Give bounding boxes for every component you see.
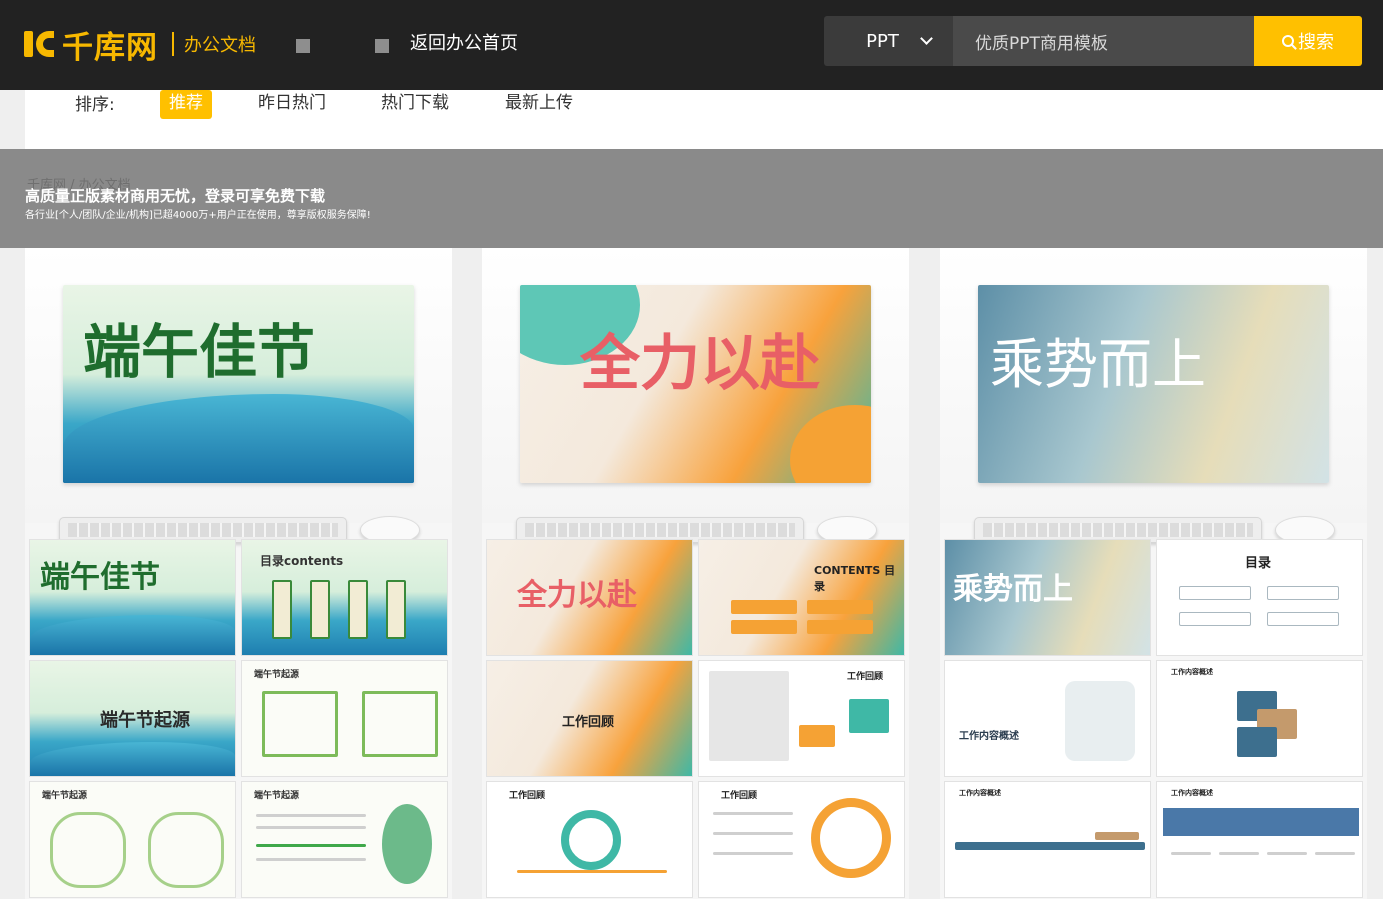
slide-thumbnail: 端午佳节 [29, 539, 236, 656]
search-icon [1282, 35, 1294, 47]
slide-thumbnail: 工作回顾 [486, 781, 693, 898]
sort-option-hot-download[interactable]: 热门下载 [381, 90, 449, 119]
sort-option-yesterday-hot[interactable]: 昨日热门 [258, 90, 326, 119]
search-input[interactable]: 优质PPT商用模板 [953, 16, 1254, 66]
sort-option-recommend[interactable]: 推荐 [160, 90, 212, 119]
cover-slide-image: 全力以赴 [520, 285, 871, 483]
sort-bar: 排序: 推荐 昨日热门 热门下载 最新上传 [25, 90, 1383, 149]
slide-thumbnail: 工作回顾 [486, 660, 693, 777]
logo-subtitle[interactable]: 办公文档 [184, 31, 256, 57]
slide-thumbnail: 目录 [1156, 539, 1363, 656]
slide-thumbnail: 工作回顾 [698, 660, 905, 777]
cover-title: 全力以赴 [580, 329, 820, 399]
search-bar: PPT 优质PPT商用模板 搜索 [824, 16, 1362, 66]
slide-thumbnail: 端午节起源 [29, 781, 236, 898]
slide-thumbnail: 乘势而上 [944, 539, 1151, 656]
slide-thumbnail: 端午节起源 [29, 660, 236, 777]
site-logo[interactable]: 千库网 办公文档 [24, 24, 256, 66]
slide-thumbnail: 工作回顾 [698, 781, 905, 898]
chevron-down-icon [920, 32, 933, 45]
search-placeholder: 优质PPT商用模板 [975, 33, 1108, 54]
cover-title: 端午佳节 [83, 318, 316, 386]
cover-title: 乘势而上 [990, 333, 1206, 396]
search-type-label: PPT [866, 30, 899, 52]
template-card[interactable]: 端午佳节 端午佳节 目录contents 端午节起源 端午节起源 端午节起源 端… [25, 216, 452, 899]
slide-thumbnail: 工作内容概述 [944, 781, 1151, 898]
slide-thumbnail: 工作内容概述 [1156, 781, 1363, 898]
cover-preview: 端午佳节 [25, 248, 452, 544]
slide-thumbnail: 端午节起源 [241, 660, 448, 777]
cover-slide-image: 端午佳节 [63, 285, 414, 483]
back-to-office-home-link[interactable]: 返回办公首页 [410, 29, 518, 55]
cover-preview: 全力以赴 [482, 248, 909, 544]
slide-thumbnail: 工作内容概述 [1156, 660, 1363, 777]
logo-text: 千库网 [62, 29, 158, 66]
logo-icon [24, 29, 58, 59]
sort-option-latest[interactable]: 最新上传 [505, 90, 573, 119]
search-button[interactable]: 搜索 [1254, 16, 1362, 66]
top-navbar: 千库网 办公文档 返回办公首页 PPT 优质PPT商用模板 搜索 [0, 0, 1383, 90]
cover-slide-image: 乘势而上 [978, 285, 1329, 483]
search-button-label: 搜索 [1298, 32, 1334, 53]
slide-thumbnail: 端午节起源 [241, 781, 448, 898]
slide-thumbnail-grid: 全力以赴 CONTENTS 目录 工作回顾 工作回顾 工作回顾 工作回顾 [486, 539, 905, 898]
sort-label: 排序: [75, 95, 115, 115]
nav-placeholder-icon [296, 39, 310, 53]
slide-thumbnail: CONTENTS 目录 [698, 539, 905, 656]
slide-thumbnail: 目录contents [241, 539, 448, 656]
logo-divider [172, 32, 174, 56]
slide-thumbnail-grid: 乘势而上 目录 工作内容概述 工作内容概述 工作内容概述 工作内容概述 [944, 539, 1363, 898]
slide-thumbnail: 工作内容概述 [944, 660, 1151, 777]
template-card[interactable]: 乘势而上 乘势而上 目录 工作内容概述 工作内容概述 工作内容概述 工作内容概述 [940, 216, 1367, 899]
login-promo-banner[interactable]: 千库网 / 办公文档 高质量正版素材商用无忧，登录可享免费下载 各行业[个人/团… [0, 149, 1383, 248]
nav-placeholder-icon [375, 39, 389, 53]
slide-thumbnail-grid: 端午佳节 目录contents 端午节起源 端午节起源 端午节起源 端午节起源 [29, 539, 448, 898]
banner-subtitle: 各行业[个人/团队/企业/机构]已超4000万+用户正在使用，尊享版权服务保障! [25, 210, 371, 221]
banner-title: 高质量正版素材商用无忧，登录可享免费下载 [25, 187, 326, 205]
search-type-dropdown[interactable]: PPT [824, 16, 953, 66]
template-card[interactable]: 全力以赴 全力以赴 CONTENTS 目录 工作回顾 工作回顾 工作回顾 工作回… [482, 216, 909, 899]
cover-preview: 乘势而上 [940, 248, 1367, 544]
slide-thumbnail: 全力以赴 [486, 539, 693, 656]
